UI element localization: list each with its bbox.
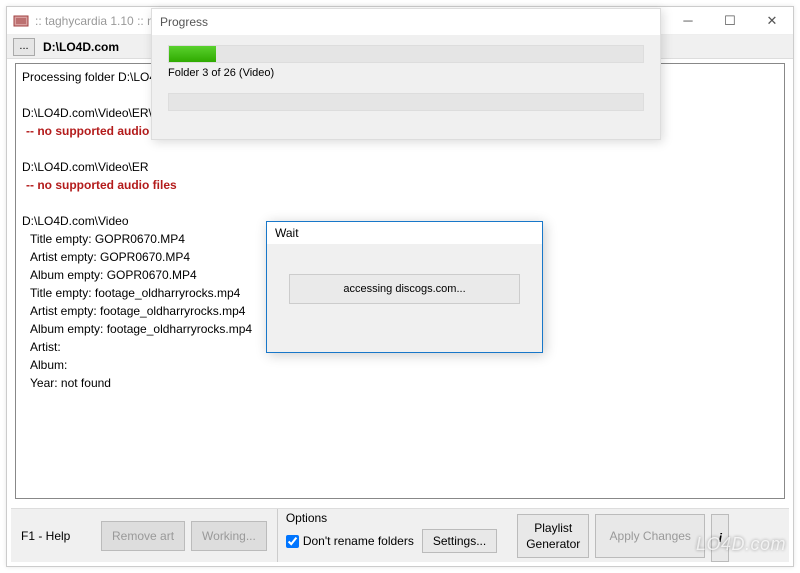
log-line: Album: — [22, 356, 778, 374]
checkbox-text: Don't rename folders — [303, 534, 414, 548]
browse-folder-button[interactable]: ... — [13, 38, 35, 56]
current-path: D:\LO4D.com — [43, 40, 119, 54]
info-button[interactable]: i — [711, 514, 729, 562]
wait-title: Wait — [267, 222, 542, 244]
progress-text-1: Folder 3 of 26 (Video) — [168, 67, 644, 79]
close-button[interactable]: ✕ — [751, 7, 793, 34]
progress-dialog: Progress Folder 3 of 26 (Video) — [151, 8, 661, 140]
apply-changes-button[interactable]: Apply Changes — [595, 514, 705, 558]
progress-bar-1-fill — [169, 46, 216, 62]
bottom-bar: F1 - Help Remove art Working... Options … — [11, 508, 789, 562]
options-title: Options — [286, 511, 503, 525]
wait-dialog: Wait accessing discogs.com... — [266, 221, 543, 353]
log-line-error: -- no supported audio files — [22, 176, 778, 194]
settings-button[interactable]: Settings... — [422, 529, 497, 553]
log-line: D:\LO4D.com\Video\ER — [22, 158, 778, 176]
log-line — [22, 194, 778, 212]
progress-bar-1 — [168, 45, 644, 63]
progress-title: Progress — [152, 9, 660, 35]
remove-art-button[interactable]: Remove art — [101, 521, 185, 551]
working-button[interactable]: Working... — [191, 521, 267, 551]
playlist-generator-button[interactable]: PlaylistGenerator — [517, 514, 589, 558]
options-group: Options Don't rename folders Settings... — [277, 509, 511, 562]
app-icon — [13, 13, 29, 29]
help-label: F1 - Help — [11, 509, 101, 562]
dont-rename-checkbox[interactable] — [286, 535, 299, 548]
minimize-button[interactable]: ─ — [667, 7, 709, 34]
window-controls: ─ ☐ ✕ — [667, 7, 793, 34]
log-line — [22, 140, 778, 158]
wait-message: accessing discogs.com... — [289, 274, 520, 304]
dont-rename-checkbox-label[interactable]: Don't rename folders — [286, 534, 414, 548]
log-line: Year: not found — [22, 374, 778, 392]
progress-bar-2 — [168, 93, 644, 111]
maximize-button[interactable]: ☐ — [709, 7, 751, 34]
